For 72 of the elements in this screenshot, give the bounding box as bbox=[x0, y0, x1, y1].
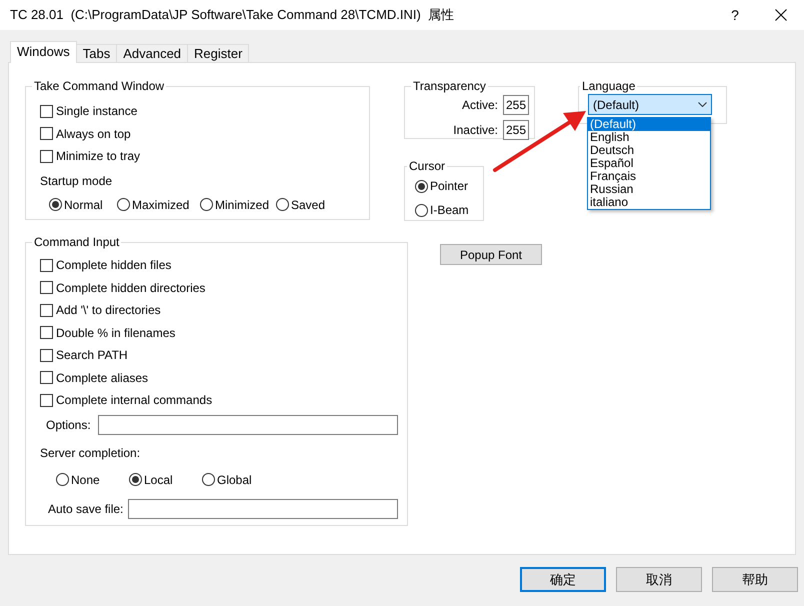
radio-button[interactable] bbox=[276, 198, 289, 211]
radio-button[interactable] bbox=[56, 473, 69, 486]
checkbox-label: Single instance bbox=[56, 103, 138, 120]
language-dropdown[interactable]: (Default) bbox=[588, 94, 712, 115]
group-title: Command Input bbox=[33, 235, 120, 249]
number-field[interactable]: 255 bbox=[503, 95, 529, 115]
checkbox[interactable] bbox=[40, 371, 53, 384]
checkbox-label: Search PATH bbox=[56, 347, 128, 364]
dropdown-option[interactable]: Español bbox=[588, 157, 710, 170]
field-label: Active: bbox=[462, 97, 498, 114]
dialog-button[interactable]: 取消 bbox=[616, 567, 702, 592]
radio-label: Normal bbox=[64, 196, 103, 214]
radio-label: Saved bbox=[291, 196, 326, 214]
field-label: Auto save file: bbox=[48, 500, 124, 518]
checkbox-label: Add '\' to directories bbox=[56, 302, 161, 320]
group-title: Language bbox=[581, 79, 636, 93]
checkbox-label: Double % in filenames bbox=[56, 324, 176, 342]
radio-button[interactable] bbox=[202, 473, 215, 486]
radio-label: I-Beam bbox=[430, 202, 469, 219]
checkbox[interactable] bbox=[40, 150, 53, 163]
checkbox-label: Complete hidden directories bbox=[56, 280, 206, 297]
dropdown-option[interactable]: Français bbox=[588, 170, 710, 183]
radio-button[interactable] bbox=[415, 204, 428, 216]
radio-label: None bbox=[71, 472, 100, 488]
checkbox[interactable] bbox=[40, 304, 53, 317]
dropdown-option[interactable]: English bbox=[588, 131, 710, 144]
dialog-button[interactable]: 确定 bbox=[520, 567, 606, 592]
radio-button[interactable] bbox=[129, 473, 142, 486]
dropdown-option[interactable]: Russian bbox=[588, 183, 710, 196]
dropdown-option[interactable]: (Default) bbox=[588, 118, 710, 131]
chevron-icon bbox=[698, 102, 707, 107]
checkbox[interactable] bbox=[40, 104, 53, 118]
group-title: Cursor bbox=[408, 159, 446, 173]
dropdown-option[interactable]: italiano bbox=[588, 196, 710, 209]
group-title: Transparency bbox=[412, 79, 487, 93]
checkbox-label: Always on top bbox=[56, 126, 131, 143]
checkbox-label: Complete aliases bbox=[56, 370, 148, 387]
checkbox[interactable] bbox=[40, 348, 53, 362]
checkbox[interactable] bbox=[40, 258, 53, 272]
radio-label: Minimized bbox=[215, 196, 270, 214]
dropdown-value: (Default) bbox=[593, 96, 640, 114]
radio-button[interactable] bbox=[415, 180, 428, 192]
radio-label: Pointer bbox=[430, 178, 468, 195]
radio-label: Local bbox=[144, 472, 173, 488]
checkbox[interactable] bbox=[40, 127, 53, 140]
group-title: Take Command Window bbox=[33, 79, 166, 93]
checkbox-label: Complete internal commands bbox=[56, 392, 212, 410]
tab[interactable]: Register bbox=[187, 44, 250, 62]
popup-font-button[interactable]: Popup Font bbox=[440, 244, 542, 265]
checkbox-label: Minimize to tray bbox=[56, 148, 140, 166]
field-label: Inactive: bbox=[453, 122, 498, 139]
number-field[interactable]: 255 bbox=[503, 120, 529, 140]
dialog-button[interactable]: 帮助 bbox=[712, 567, 798, 592]
auto-save-field[interactable] bbox=[128, 498, 398, 518]
checkbox[interactable] bbox=[40, 326, 53, 340]
checkbox[interactable] bbox=[40, 394, 53, 407]
close-icon[interactable] bbox=[775, 9, 787, 21]
radio-label: Global bbox=[217, 472, 252, 488]
window-title: TC 28.01 (C:\ProgramData\JP Software\Take Command 28\TCMD.INI) 属性 bbox=[10, 6, 456, 24]
radio-button[interactable] bbox=[117, 198, 130, 211]
help-button[interactable]: ? bbox=[712, 4, 758, 26]
radio-button[interactable] bbox=[200, 198, 213, 211]
group-label: Server completion: bbox=[40, 444, 142, 462]
group-label: Startup mode bbox=[40, 172, 114, 190]
radio-button[interactable] bbox=[49, 198, 62, 211]
radio-label: Maximized bbox=[132, 196, 190, 214]
tab[interactable]: Windows bbox=[10, 41, 77, 63]
options-field[interactable] bbox=[98, 414, 398, 434]
checkbox[interactable] bbox=[40, 281, 53, 294]
field-label: Options: bbox=[46, 416, 91, 434]
dropdown-option[interactable]: Deutsch bbox=[588, 144, 710, 157]
checkbox-label: Complete hidden files bbox=[56, 257, 172, 274]
